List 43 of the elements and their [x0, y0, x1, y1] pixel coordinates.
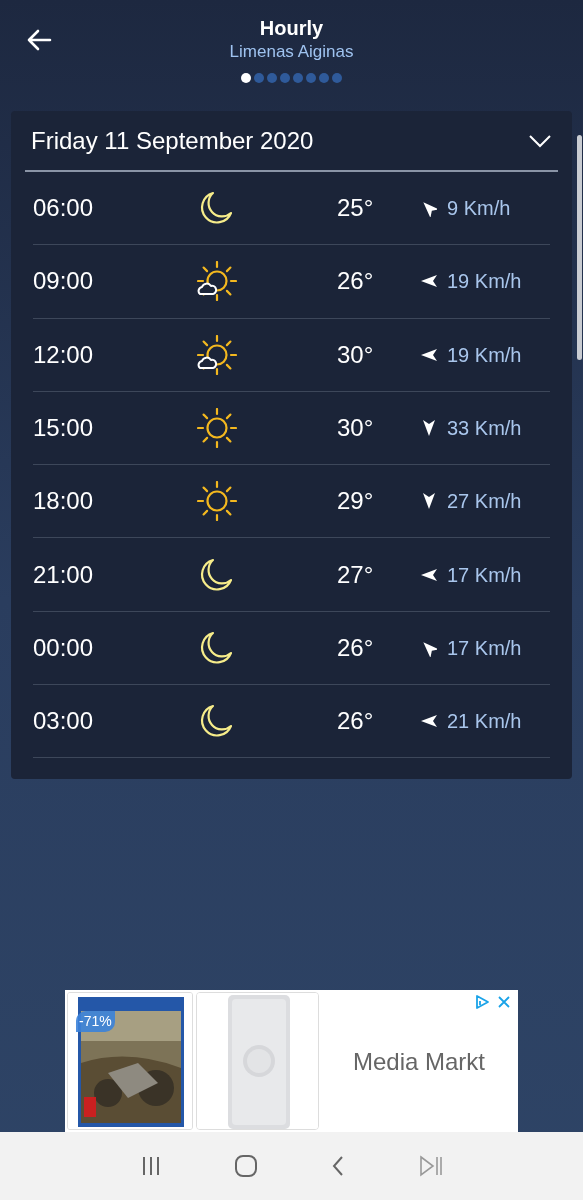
time-label: 09:00: [33, 266, 95, 297]
time-label: 03:00: [33, 706, 95, 737]
home-icon[interactable]: [233, 1154, 258, 1178]
wind-speed: 21 Km/h: [447, 709, 522, 735]
wind-speed: 19 Km/h: [447, 342, 522, 368]
wind-speed: 17 Km/h: [447, 635, 522, 661]
wind-speed: 9 Km/h: [447, 196, 511, 222]
time-label: 06:00: [33, 193, 95, 224]
adchoices-icon[interactable]: [474, 994, 490, 1010]
wind-speed: 33 Km/h: [447, 416, 522, 442]
screen-title: Hourly: [259, 16, 324, 41]
temperature: 25°: [337, 193, 375, 224]
advertiser-name: Media Markt: [352, 1047, 485, 1077]
sun-icon: [197, 408, 237, 449]
scrollbar[interactable]: [577, 135, 582, 360]
ad-banner[interactable]: -71% Media Markt: [65, 990, 518, 1132]
keyboard-toggle-icon[interactable]: [417, 1155, 444, 1177]
time-label: 00:00: [33, 632, 95, 663]
wind-arrow-icon: [421, 199, 437, 218]
wind-arrow-icon: [421, 492, 437, 511]
time-label: 18:00: [33, 486, 95, 517]
date-heading: Friday 11 September 2020: [31, 125, 314, 156]
discount-badge: -71%: [76, 1011, 115, 1032]
wind-speed: 27 Km/h: [447, 489, 522, 515]
sun-icon: [197, 481, 237, 522]
wind-arrow-icon: [421, 419, 437, 438]
sun-cloud-icon: [197, 261, 237, 302]
temperature: 26°: [337, 632, 375, 663]
wind-speed: 19 Km/h: [447, 269, 522, 295]
sun-cloud-icon: [197, 334, 237, 375]
location-name: Limenas Aiginas: [229, 41, 354, 63]
wind-speed: 17 Km/h: [447, 562, 522, 588]
temperature: 30°: [337, 339, 375, 370]
temperature: 26°: [337, 266, 375, 297]
chevron-icon[interactable]: [528, 133, 552, 148]
temperature: 27°: [337, 559, 375, 590]
time-label: 12:00: [33, 339, 95, 370]
time-label: 15:00: [33, 413, 95, 444]
time-label: 21:00: [33, 559, 95, 590]
temperature: 26°: [337, 706, 375, 737]
close-icon[interactable]: [497, 995, 511, 1009]
temperature: 30°: [337, 413, 375, 444]
temperature: 29°: [337, 486, 375, 517]
